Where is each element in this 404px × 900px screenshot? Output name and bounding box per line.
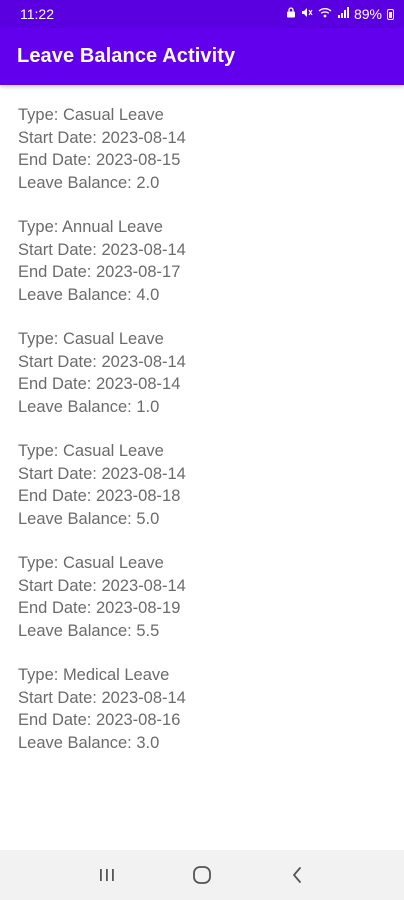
- recent-apps-button[interactable]: [87, 855, 127, 895]
- leave-end-date: End Date: 2023-08-16: [18, 711, 181, 729]
- wifi-icon: [318, 7, 332, 21]
- leave-type: Type: Casual Leave: [18, 554, 164, 572]
- leave-end-date: End Date: 2023-08-17: [18, 263, 181, 281]
- leave-balance: Leave Balance: 5.0: [18, 509, 160, 528]
- leave-balance: Leave Balance: 3.0: [18, 733, 160, 752]
- leave-end-date: End Date: 2023-08-18: [18, 487, 181, 505]
- leave-start-date: Start Date: 2023-08-14: [18, 576, 186, 595]
- page-title: Leave Balance Activity: [17, 45, 236, 67]
- leave-start-date: Start Date: 2023-08-14: [18, 128, 186, 147]
- home-button[interactable]: [182, 855, 222, 895]
- status-bar: 11:22 89%: [0, 0, 404, 28]
- leave-type: Type: Casual Leave: [18, 106, 164, 124]
- leave-type: Type: Casual Leave: [18, 442, 164, 460]
- recent-apps-icon: [100, 869, 115, 881]
- leave-entry: Type: Annual Leave Start Date: 2023-08-1…: [18, 216, 386, 306]
- leave-balance: Leave Balance: 5.5: [18, 621, 160, 640]
- back-icon: [292, 867, 301, 883]
- leave-balance: Leave Balance: 1.0: [18, 397, 160, 416]
- home-icon: [193, 866, 211, 884]
- leave-type: Type: Medical Leave: [18, 666, 170, 684]
- signal-icon: [337, 7, 349, 21]
- leave-type: Type: Annual Leave: [18, 218, 163, 236]
- leave-start-date: Start Date: 2023-08-14: [18, 352, 186, 371]
- leave-start-date: Start Date: 2023-08-14: [18, 464, 186, 483]
- leave-entry: Type: Casual Leave Start Date: 2023-08-1…: [18, 552, 386, 642]
- leave-entry: Type: Medical Leave Start Date: 2023-08-…: [18, 664, 386, 754]
- leave-list: Type: Casual Leave Start Date: 2023-08-1…: [18, 104, 386, 776]
- leave-start-date: Start Date: 2023-08-14: [18, 688, 186, 707]
- leave-end-date: End Date: 2023-08-19: [18, 599, 181, 617]
- leave-balance: Leave Balance: 2.0: [18, 173, 160, 192]
- leave-entry: Type: Casual Leave Start Date: 2023-08-1…: [18, 440, 386, 530]
- leave-end-date: End Date: 2023-08-14: [18, 375, 181, 393]
- status-icons: 89%: [286, 6, 394, 22]
- leave-start-date: Start Date: 2023-08-14: [18, 240, 186, 259]
- leave-entry: Type: Casual Leave Start Date: 2023-08-1…: [18, 104, 386, 194]
- navigation-bar: [0, 850, 404, 900]
- leave-balance: Leave Balance: 4.0: [18, 285, 160, 304]
- battery-icon: [387, 8, 394, 20]
- mute-icon: [301, 7, 313, 21]
- battery-percent: 89%: [353, 6, 382, 22]
- leave-entry: Type: Casual Leave Start Date: 2023-08-1…: [18, 328, 386, 418]
- status-time: 11:22: [20, 6, 54, 22]
- back-button[interactable]: [277, 855, 317, 895]
- lock-icon: [286, 7, 296, 21]
- leave-type: Type: Casual Leave: [18, 330, 164, 348]
- leave-end-date: End Date: 2023-08-15: [18, 151, 181, 169]
- app-bar: Leave Balance Activity: [0, 28, 404, 85]
